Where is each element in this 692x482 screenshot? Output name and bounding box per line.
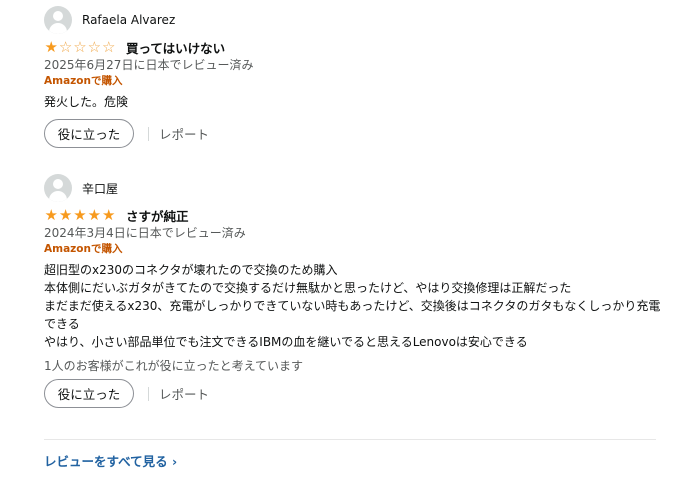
helpful-button[interactable]: 役に立った xyxy=(44,119,134,148)
star-rating[interactable]: ★ ★ ★ ★ ★ xyxy=(44,205,116,224)
report-link[interactable]: レポート xyxy=(159,384,209,403)
review-title[interactable]: 買ってはいけない xyxy=(126,38,225,57)
helpful-button[interactable]: 役に立った xyxy=(44,379,134,408)
review-header: ★ ☆ ☆ ☆ ☆ 買ってはいけない xyxy=(44,38,664,56)
star-icon: ★ xyxy=(58,205,73,224)
section-divider xyxy=(44,439,656,440)
avatar xyxy=(44,6,72,34)
review-title[interactable]: さすが純正 xyxy=(126,206,189,225)
divider xyxy=(148,126,149,141)
star-icon: ★ xyxy=(73,205,87,224)
review-profile[interactable]: Rafaela Alvarez xyxy=(44,6,664,34)
review-actions: 役に立った レポート xyxy=(44,119,664,148)
divider xyxy=(148,386,149,401)
see-all-reviews-link[interactable]: レビューをすべて見る › xyxy=(44,451,177,470)
review-card: 辛口屋 ★ ★ ★ ★ ★ さすが純正 2024年3月4日に日本でレビュー済み … xyxy=(44,174,664,408)
review-date: 2024年3月4日に日本でレビュー済み xyxy=(44,226,246,240)
profile-name[interactable]: 辛口屋 xyxy=(82,180,118,197)
review-actions: 役に立った レポート xyxy=(44,379,664,408)
star-icon: ★ xyxy=(102,205,116,224)
review-card: Rafaela Alvarez ★ ☆ ☆ ☆ ☆ 買ってはいけない 2025年… xyxy=(44,6,664,148)
verified-purchase-badge: Amazonで購入 xyxy=(44,243,123,255)
avatar xyxy=(44,174,72,202)
helpful-count-text: 1人のお客様がこれが役に立ったと考えています xyxy=(44,359,304,373)
star-icon: ☆ xyxy=(102,37,116,56)
profile-name[interactable]: Rafaela Alvarez xyxy=(82,13,175,27)
review-body: 超旧型のx230のコネクタが壊れたので交換のため購入 本体側にだいぶガタがきてた… xyxy=(44,263,661,349)
star-rating[interactable]: ★ ☆ ☆ ☆ ☆ xyxy=(44,37,116,56)
star-icon: ☆ xyxy=(58,37,73,56)
star-icon: ★ xyxy=(87,205,102,224)
star-icon: ★ xyxy=(44,205,58,224)
star-icon: ★ xyxy=(44,37,58,56)
verified-purchase-badge: Amazonで購入 xyxy=(44,75,123,87)
review-date: 2025年6月27日に日本でレビュー済み xyxy=(44,58,254,72)
report-link[interactable]: レポート xyxy=(159,124,209,143)
review-header: ★ ★ ★ ★ ★ さすが純正 xyxy=(44,206,664,224)
review-profile[interactable]: 辛口屋 xyxy=(44,174,664,202)
star-icon: ☆ xyxy=(87,37,102,56)
star-icon: ☆ xyxy=(73,37,87,56)
review-body: 発火した。危険 xyxy=(44,95,129,109)
